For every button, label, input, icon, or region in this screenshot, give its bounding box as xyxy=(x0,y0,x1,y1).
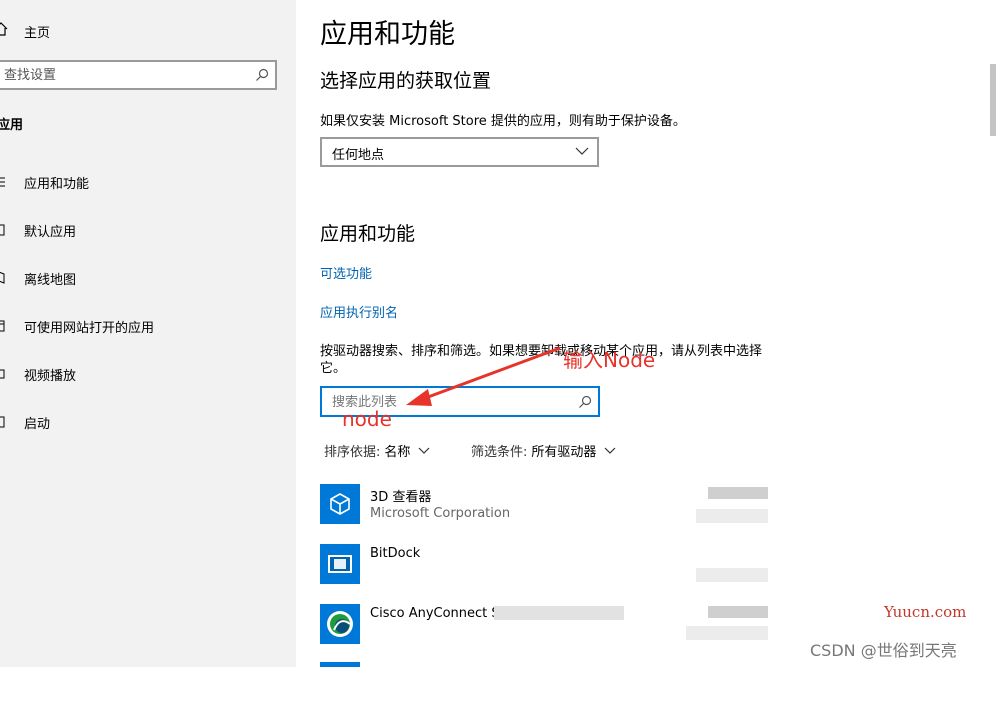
app-name: BitDock xyxy=(370,546,421,561)
3d-viewer-cube-icon xyxy=(320,484,360,524)
sidebar: 主页 应用 应用和功能 默认应用 离线地图 可使用网站打开的应 xyxy=(0,0,296,667)
startup-icon xyxy=(0,416,5,428)
main-content: 应用和功能 选择应用的获取位置 如果仅安装 Microsoft Store 提供… xyxy=(320,0,996,667)
apps-list-icon xyxy=(0,177,5,187)
default-apps-icon xyxy=(0,224,5,236)
sidebar-item-offline-maps[interactable]: 离线地图 xyxy=(0,266,296,290)
redacted-size xyxy=(708,606,768,618)
redacted-size xyxy=(708,487,768,499)
list-item[interactable] xyxy=(320,662,780,704)
scrollbar-thumb[interactable] xyxy=(990,64,996,136)
annotation-typed-text: node xyxy=(342,407,392,431)
sidebar-item-startup[interactable]: 启动 xyxy=(0,410,296,434)
sidebar-item-video-playback[interactable]: 视频播放 xyxy=(0,362,296,386)
bitdock-app-icon xyxy=(320,544,360,584)
sidebar-item-apps-features[interactable]: 应用和功能 xyxy=(0,170,296,194)
sidebar-item-default-apps[interactable]: 默认应用 xyxy=(0,218,296,242)
chevron-down-icon xyxy=(418,447,430,454)
offline-maps-icon xyxy=(0,271,5,284)
redacted-date xyxy=(686,626,768,640)
home-icon xyxy=(0,22,8,40)
sidebar-item-apps-for-websites[interactable]: 可使用网站打开的应用 xyxy=(0,314,296,338)
settings-search-input[interactable] xyxy=(4,66,244,84)
csdn-watermark: CSDN @世俗到天亮 xyxy=(810,641,957,660)
app-name: Cisco AnyConnect S xyxy=(370,606,500,621)
search-icon[interactable] xyxy=(578,395,592,409)
optional-features-link[interactable]: 可选功能 xyxy=(320,263,372,282)
sidebar-section-title: 应用 xyxy=(0,118,24,133)
app-execution-alias-link[interactable]: 应用执行别名 xyxy=(320,302,398,321)
filter-value: 所有驱动器 xyxy=(531,445,597,460)
app-publisher: Microsoft Corporation xyxy=(370,506,511,521)
settings-search-box[interactable] xyxy=(0,60,277,90)
sidebar-home[interactable]: 主页 xyxy=(0,20,50,42)
apps-features-heading: 应用和功能 xyxy=(320,223,416,245)
sort-dropdown[interactable]: 排序依据: 名称 xyxy=(324,441,430,460)
filter-label: 筛选条件: xyxy=(471,445,528,460)
annotation-instruction: 输入Node xyxy=(563,348,656,372)
site-watermark: Yuucn.com xyxy=(884,603,967,621)
install-source-value: 任何地点 xyxy=(332,148,385,163)
sort-label: 排序依据: xyxy=(324,445,381,460)
install-source-heading: 选择应用的获取位置 xyxy=(320,70,492,92)
redacted-date xyxy=(696,568,768,582)
sidebar-item-label: 应用和功能 xyxy=(24,176,90,192)
install-source-description: 如果仅安装 Microsoft Store 提供的应用，则有助于保护设备。 xyxy=(320,114,686,129)
sidebar-item-label: 默认应用 xyxy=(24,224,77,240)
app-name: 3D 查看器 xyxy=(370,490,432,505)
search-icon[interactable] xyxy=(255,68,269,82)
chevron-down-icon xyxy=(575,147,589,155)
search-hint-text: 按驱动器搜索、排序和筛选。如果想要卸载或移动某个应用，请从列表中选择它。 xyxy=(320,344,763,376)
chevron-down-icon xyxy=(604,447,616,454)
sidebar-home-label: 主页 xyxy=(24,25,51,41)
sidebar-item-label: 启动 xyxy=(24,416,51,432)
redacted-app-name xyxy=(494,606,624,620)
cisco-anyconnect-icon xyxy=(320,604,360,644)
sort-value: 名称 xyxy=(384,445,411,460)
app-tile-icon xyxy=(320,662,360,667)
sidebar-item-label: 可使用网站打开的应用 xyxy=(24,320,155,336)
install-source-select[interactable]: 任何地点 xyxy=(320,137,599,167)
video-playback-icon xyxy=(0,369,5,379)
page-title: 应用和功能 xyxy=(320,19,455,50)
sidebar-item-label: 视频播放 xyxy=(24,368,77,384)
sidebar-item-label: 离线地图 xyxy=(24,272,77,288)
redacted-date xyxy=(696,509,768,523)
apps-for-websites-icon xyxy=(0,320,5,332)
filter-dropdown[interactable]: 筛选条件: 所有驱动器 xyxy=(471,441,616,460)
